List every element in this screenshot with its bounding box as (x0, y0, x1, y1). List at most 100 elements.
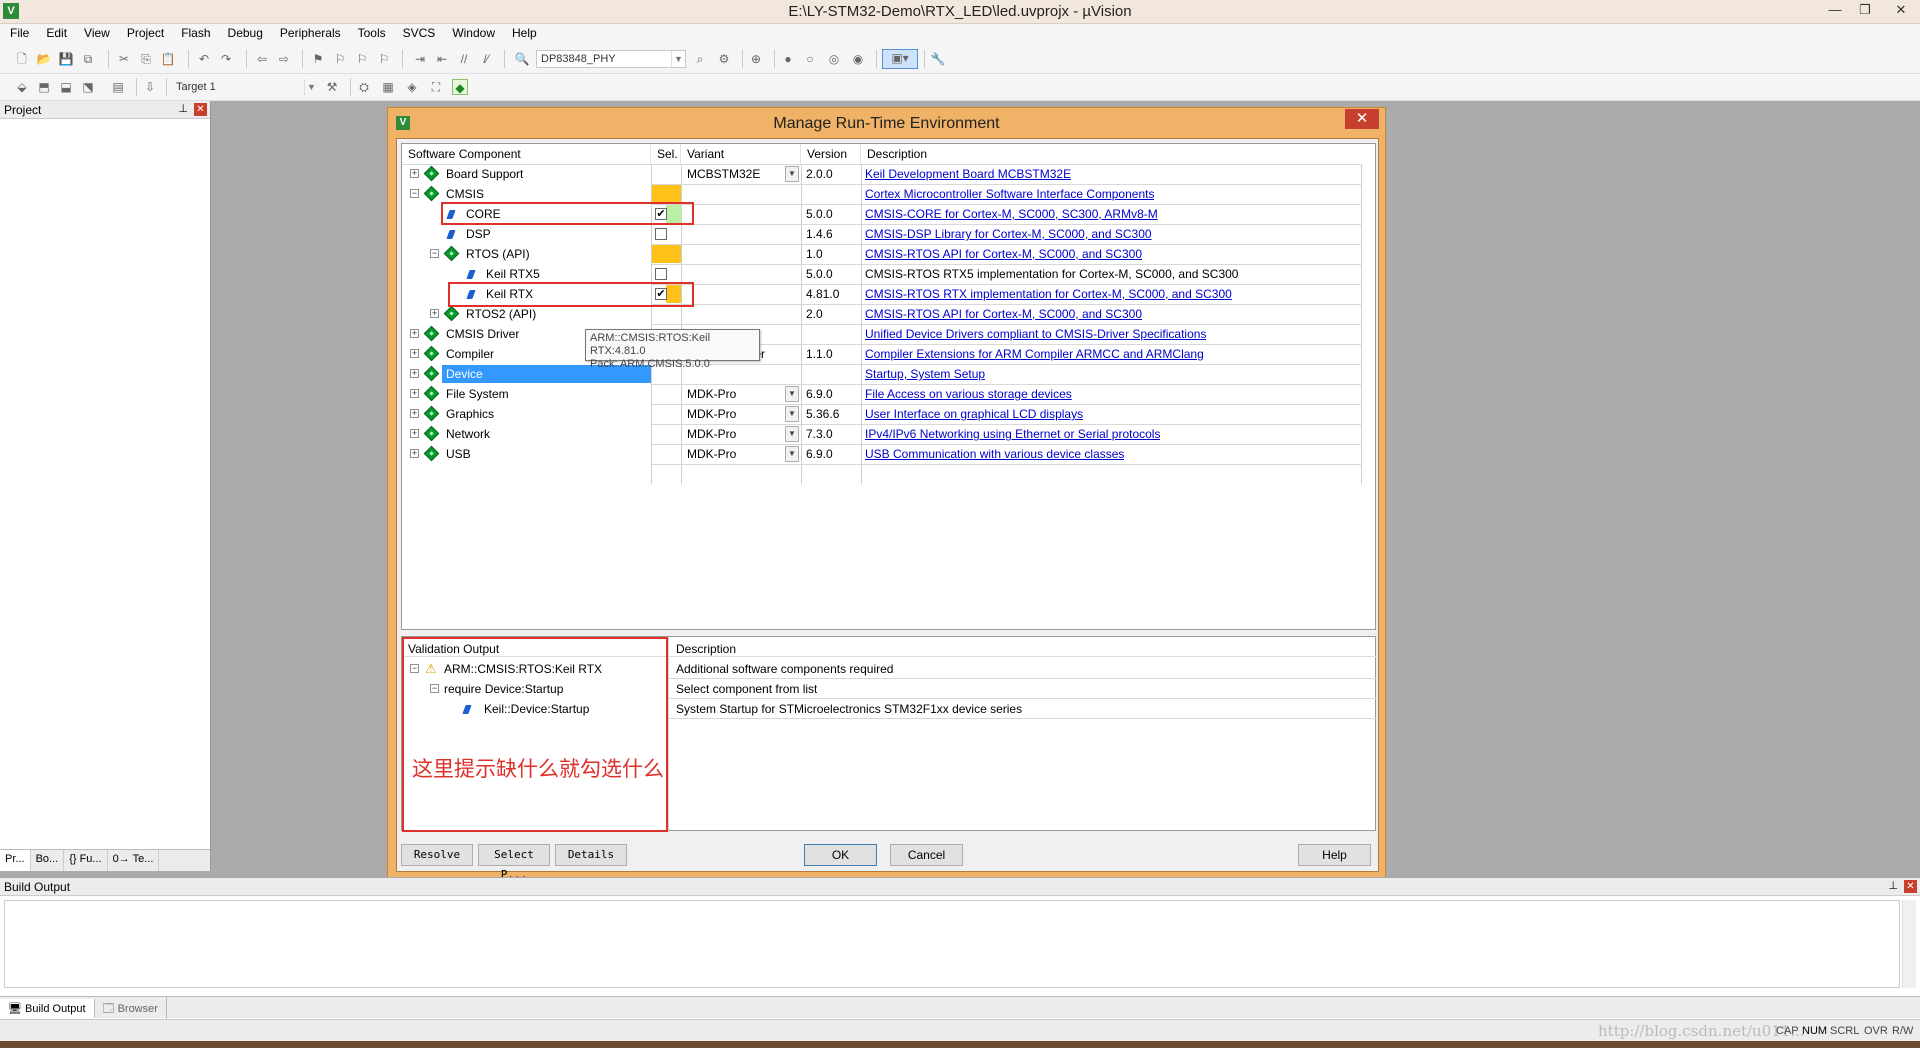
close-icon[interactable]: ✕ (1904, 880, 1917, 893)
component-description-link[interactable]: File Access on various storage devices (865, 384, 1072, 404)
component-description-link[interactable]: CMSIS-RTOS API for Cortex-M, SC000, and … (865, 304, 1142, 324)
save-all-icon[interactable]: ⧉ (80, 51, 96, 67)
component-row-network[interactable]: + Network MDK-Pro ▼ 7.3.0 IPv4/IPv6 Netw… (402, 424, 1362, 444)
component-description-link[interactable]: CMSIS-CORE for Cortex-M, SC000, SC300, A… (865, 204, 1158, 224)
find-icon[interactable]: ⌕ (692, 51, 708, 67)
breakpoint-disable-all-icon[interactable]: ◎ (826, 51, 842, 67)
component-row-usb[interactable]: + USB MDK-Pro ▼ 6.9.0 USB Communication … (402, 444, 1362, 464)
window-layout-icon[interactable]: ▣▾ (882, 49, 918, 69)
chevron-down-icon[interactable]: ▼ (304, 79, 318, 95)
tab-books[interactable]: Bo... (31, 850, 65, 871)
unindent-icon[interactable]: ⇤ (434, 51, 450, 67)
undo-icon[interactable]: ↶ (196, 51, 212, 67)
collapse-icon[interactable]: − (430, 249, 439, 258)
prev-bookmark-icon[interactable]: ⚐ (332, 51, 348, 67)
multi-project-icon[interactable]: ◈ (404, 79, 420, 95)
expand-icon[interactable]: + (410, 429, 419, 438)
find-combo[interactable]: DP83848_PHY ▼ (536, 50, 686, 68)
target-combo[interactable]: Target 1 ▼ (172, 79, 318, 97)
expand-icon[interactable]: + (410, 329, 419, 338)
component-description-link[interactable]: CMSIS-RTOS RTX implementation for Cortex… (865, 284, 1232, 304)
nav-back-icon[interactable]: ⇦ (254, 51, 270, 67)
rebuild-icon[interactable]: ⬓ (58, 79, 74, 95)
nav-forward-icon[interactable]: ⇨ (276, 51, 292, 67)
close-icon[interactable]: ✕ (194, 103, 207, 116)
variant-dropdown-icon[interactable]: ▼ (785, 166, 799, 182)
select-checkbox[interactable] (655, 228, 667, 240)
bookmark-icon[interactable]: ⚑ (310, 51, 326, 67)
stop-build-icon[interactable]: ▤ (110, 79, 126, 95)
expand-icon[interactable]: + (410, 389, 419, 398)
component-description-link[interactable]: Unified Device Drivers compliant to CMSI… (865, 324, 1206, 344)
menu-flash[interactable]: Flash (171, 24, 217, 40)
menu-tools[interactable]: Tools (348, 24, 393, 40)
cancel-button[interactable]: Cancel (890, 844, 963, 866)
component-description-link[interactable]: Keil Development Board MCBSTM32E (865, 164, 1071, 184)
find-in-files-icon[interactable]: 🔍 (514, 51, 530, 67)
menu-project[interactable]: Project (117, 24, 171, 40)
scrollbar[interactable] (1902, 900, 1916, 988)
component-row-graphics[interactable]: + Graphics MDK-Pro ▼ 5.36.6 User Interfa… (402, 404, 1362, 424)
manage-rte-icon[interactable]: ◆ (452, 79, 468, 95)
menu-edit[interactable]: Edit (36, 24, 74, 40)
copy-icon[interactable]: ⎘ (138, 51, 154, 67)
build-icon[interactable]: ⬒ (36, 79, 52, 95)
collapse-icon[interactable]: − (410, 189, 419, 198)
expand-icon[interactable]: + (410, 409, 419, 418)
variant-dropdown-icon[interactable]: ▼ (785, 446, 799, 462)
details-button[interactable]: Details (555, 844, 627, 866)
component-row-rtos-api[interactable]: − RTOS (API) 1.0 CMSIS-RTOS API for Cort… (402, 244, 1362, 264)
download-icon[interactable]: ⇩ (142, 79, 158, 95)
component-description-link[interactable]: Compiler Extensions for ARM Compiler ARM… (865, 344, 1204, 364)
help-button[interactable]: Help (1298, 844, 1371, 866)
component-description-link[interactable]: Cortex Microcontroller Software Interfac… (865, 184, 1154, 204)
incremental-find-icon[interactable]: ⚙ (716, 51, 732, 67)
cut-icon[interactable]: ✂ (116, 51, 132, 67)
component-description-link[interactable]: USB Communication with various device cl… (865, 444, 1124, 464)
breakpoint-kill-all-icon[interactable]: ◉ (850, 51, 866, 67)
pin-icon[interactable]: ⊥ (1888, 879, 1898, 892)
component-row-device[interactable]: + Device Startup, System Setup (402, 364, 1362, 384)
batch-build-icon[interactable]: ⬔ (80, 79, 96, 95)
component-row-cmsis-driver[interactable]: + CMSIS Driver Unified Device Drivers co… (402, 324, 1362, 344)
resolve-button[interactable]: Resolve (401, 844, 473, 866)
paste-icon[interactable]: 📋 (160, 51, 176, 67)
menu-debug[interactable]: Debug (218, 24, 270, 40)
expand-icon[interactable]: + (410, 449, 419, 458)
variant-dropdown-icon[interactable]: ▼ (785, 406, 799, 422)
next-bookmark-icon[interactable]: ⚐ (354, 51, 370, 67)
close-window-button[interactable]: ✕ (1886, 0, 1916, 20)
tab-project[interactable]: Pr... (0, 850, 31, 871)
clear-bookmarks-icon[interactable]: ⚐ (376, 51, 392, 67)
debug-session-icon[interactable]: ⊕ (748, 51, 764, 67)
breakpoint-icon[interactable]: ● (780, 51, 796, 67)
pin-icon[interactable]: ⊥ (178, 102, 188, 115)
dialog-close-button[interactable]: ✕ (1345, 109, 1379, 129)
chevron-down-icon[interactable]: ▼ (671, 51, 685, 67)
component-description-link[interactable]: CMSIS-RTOS API for Cortex-M, SC000, and … (865, 244, 1142, 264)
uncomment-icon[interactable]: /⁄ (478, 51, 494, 67)
build-output-text[interactable] (4, 900, 1900, 988)
expand-icon[interactable]: + (430, 309, 439, 318)
expand-icon[interactable]: + (410, 169, 419, 178)
new-file-icon[interactable]: 🗋 (14, 51, 30, 67)
variant-dropdown-icon[interactable]: ▼ (785, 426, 799, 442)
expand-icon[interactable]: + (410, 349, 419, 358)
comment-icon[interactable]: // (456, 51, 472, 67)
component-description-link[interactable]: Startup, System Setup (865, 364, 985, 384)
manage-project-items-icon[interactable]: ▦ (380, 79, 396, 95)
component-row-cmsis[interactable]: − CMSIS Cortex Microcontroller Software … (402, 184, 1362, 204)
component-description-link[interactable]: IPv4/IPv6 Networking using Ethernet or S… (865, 424, 1160, 444)
target-options-icon[interactable]: ⚒ (324, 79, 340, 95)
menu-peripherals[interactable]: Peripherals (270, 24, 348, 40)
component-row-board-support[interactable]: + Board Support MCBSTM32E ▼ 2.0.0 Keil D… (402, 164, 1362, 184)
indent-icon[interactable]: ⇥ (412, 51, 428, 67)
redo-icon[interactable]: ↷ (218, 51, 234, 67)
pack-installer-icon[interactable]: ⛶ (428, 79, 444, 95)
translate-icon[interactable]: ⬙ (14, 79, 30, 95)
variant-dropdown-icon[interactable]: ▼ (785, 386, 799, 402)
menu-svcs[interactable]: SVCS (393, 24, 443, 40)
menu-window[interactable]: Window (442, 24, 502, 40)
open-file-icon[interactable]: 📂 (36, 51, 52, 67)
breakpoint-disable-icon[interactable]: ○ (802, 51, 818, 67)
